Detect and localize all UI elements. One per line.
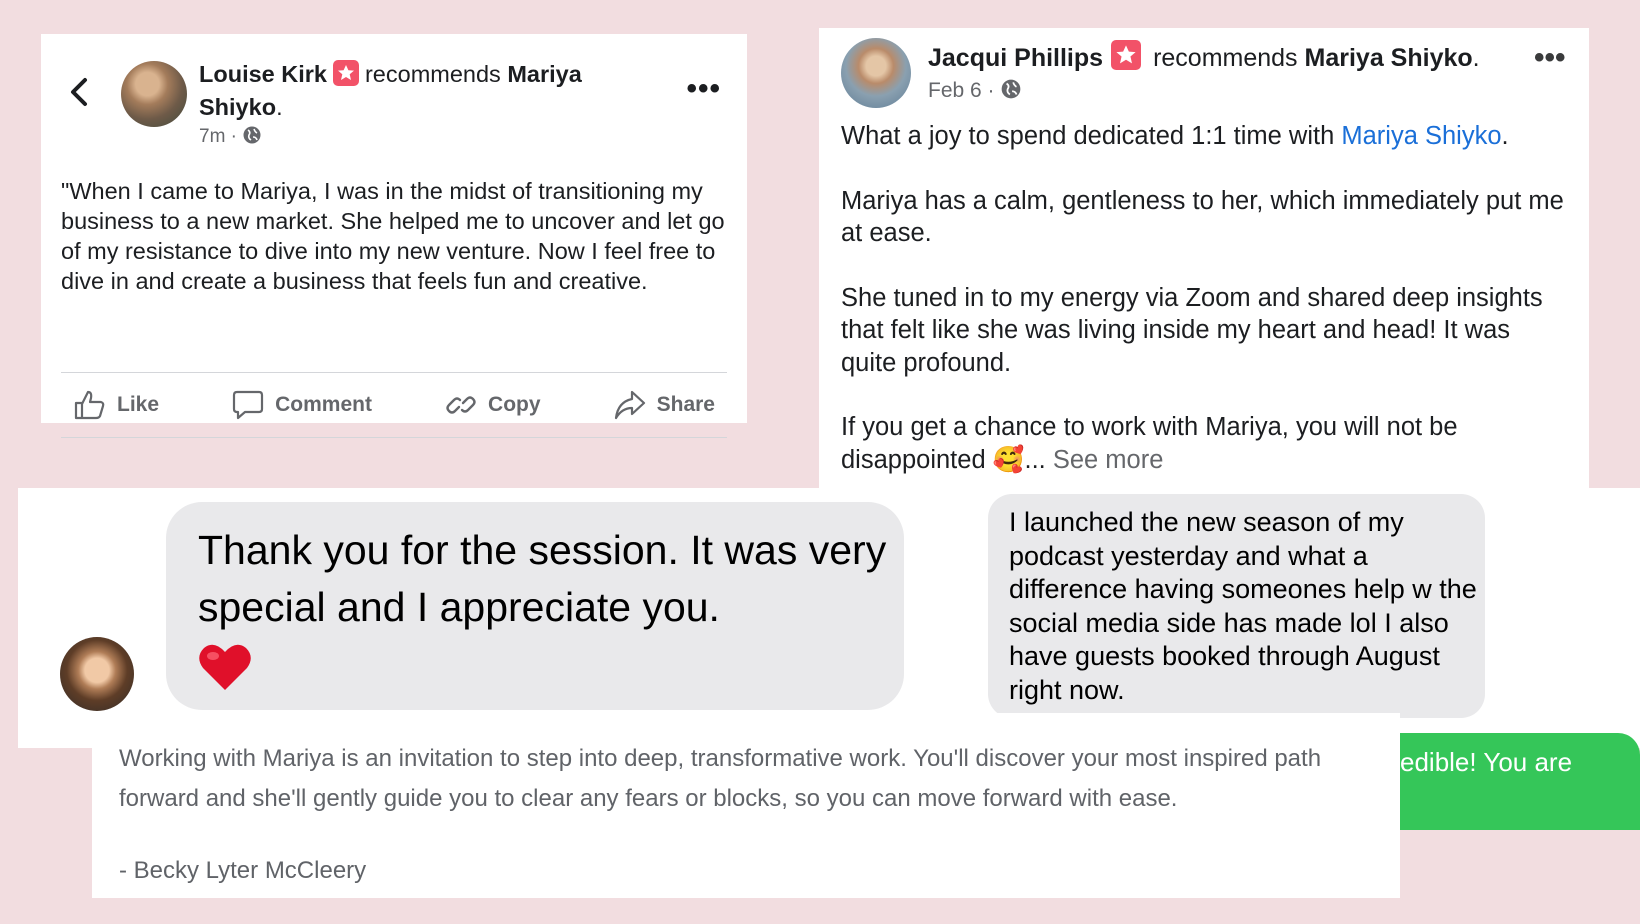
like-label: Like xyxy=(117,393,160,416)
post-actions: Like Comment Copy Share xyxy=(61,378,727,432)
share-button[interactable]: Share xyxy=(601,388,727,422)
post-time[interactable]: 7m xyxy=(199,126,225,147)
louise-avatar[interactable] xyxy=(121,61,187,127)
paragraph-4: If you get a chance to work with Mariya,… xyxy=(841,411,1571,476)
recommended-page-name[interactable]: Mariya Shiyko xyxy=(1305,44,1473,72)
globe-icon xyxy=(243,126,261,144)
message-text: Thank you for the session. It was very s… xyxy=(198,527,887,630)
recommends-text: recommends xyxy=(364,61,501,87)
post-time[interactable]: Feb 6 xyxy=(928,79,982,102)
share-label: Share xyxy=(656,393,715,416)
ellipsis: ... xyxy=(1024,445,1046,474)
message-text: I launched the new season of my podcast … xyxy=(1009,507,1477,705)
sent-message-bubble: edible! You are xyxy=(1376,733,1640,830)
author-name[interactable]: Louise Kirk xyxy=(199,61,327,87)
more-options-icon[interactable]: ••• xyxy=(1534,43,1566,73)
post-meta: Feb 6 · xyxy=(928,78,1022,103)
paragraph-3: She tuned in to my energy via Zoom and s… xyxy=(841,283,1543,377)
sent-message-text: edible! You are xyxy=(1400,747,1573,777)
jacqui-avatar[interactable] xyxy=(841,38,911,108)
link-icon xyxy=(446,396,476,414)
divider xyxy=(61,437,727,438)
share-icon xyxy=(614,390,645,420)
paragraph-text: What a joy to spend dedicated 1:1 time w… xyxy=(841,122,1342,150)
author-name[interactable]: Jacqui Phillips xyxy=(928,44,1103,72)
copy-link-button[interactable]: Copy xyxy=(432,388,553,422)
testimonial-text: Working with Mariya is an invitation to … xyxy=(119,745,1322,812)
mention-link[interactable]: Mariya Shiyko xyxy=(1341,122,1501,150)
louise-post-header: Louise Kirk recommends Mariya Shiyko. xyxy=(199,60,582,120)
comment-icon xyxy=(233,390,264,420)
like-button[interactable]: Like xyxy=(61,388,171,422)
client-avatar xyxy=(60,637,134,711)
globe-icon xyxy=(1002,79,1021,99)
paragraph-2: Mariya has a calm, gentleness to her, wh… xyxy=(841,186,1564,248)
post-body: What a joy to spend dedicated 1:1 time w… xyxy=(841,120,1571,476)
testimonial-signature: - Becky Lyter McCleery xyxy=(119,857,367,884)
jacqui-post-header: Jacqui Phillips recommends Mariya Shiyko. xyxy=(928,40,1480,75)
paragraph-1: What a joy to spend dedicated 1:1 time w… xyxy=(841,122,1509,150)
recommendation-star-icon xyxy=(1111,40,1142,70)
back-arrow-icon[interactable] xyxy=(65,74,95,110)
jacqui-recommendation-card: Jacqui Phillips recommends Mariya Shiyko.… xyxy=(819,28,1589,498)
copy-label: Copy xyxy=(488,393,541,416)
divider xyxy=(61,372,727,373)
post-meta: 7m · xyxy=(199,125,262,148)
see-more-link[interactable]: See more xyxy=(1053,446,1164,474)
recommendation-star-icon xyxy=(332,60,359,86)
smiling-hearts-emoji: 🥰 xyxy=(992,445,1025,474)
more-options-icon[interactable]: ••• xyxy=(686,74,721,104)
received-message-bubble: I launched the new season of my podcast … xyxy=(988,494,1485,718)
received-message-bubble: Thank you for the session. It was very s… xyxy=(166,502,904,710)
comment-button[interactable]: Comment xyxy=(219,388,384,422)
red-heart-icon xyxy=(199,644,251,690)
becky-testimonial-card: Working with Mariya is an invitation to … xyxy=(92,713,1400,898)
post-body: "When I came to Mariya, I was in the mid… xyxy=(61,178,725,294)
louise-recommendation-card: Louise Kirk recommends Mariya Shiyko. 7m … xyxy=(41,34,747,438)
recommends-text: recommends xyxy=(1153,44,1298,72)
thumbs-up-icon xyxy=(74,390,105,420)
comment-label: Comment xyxy=(275,393,372,416)
